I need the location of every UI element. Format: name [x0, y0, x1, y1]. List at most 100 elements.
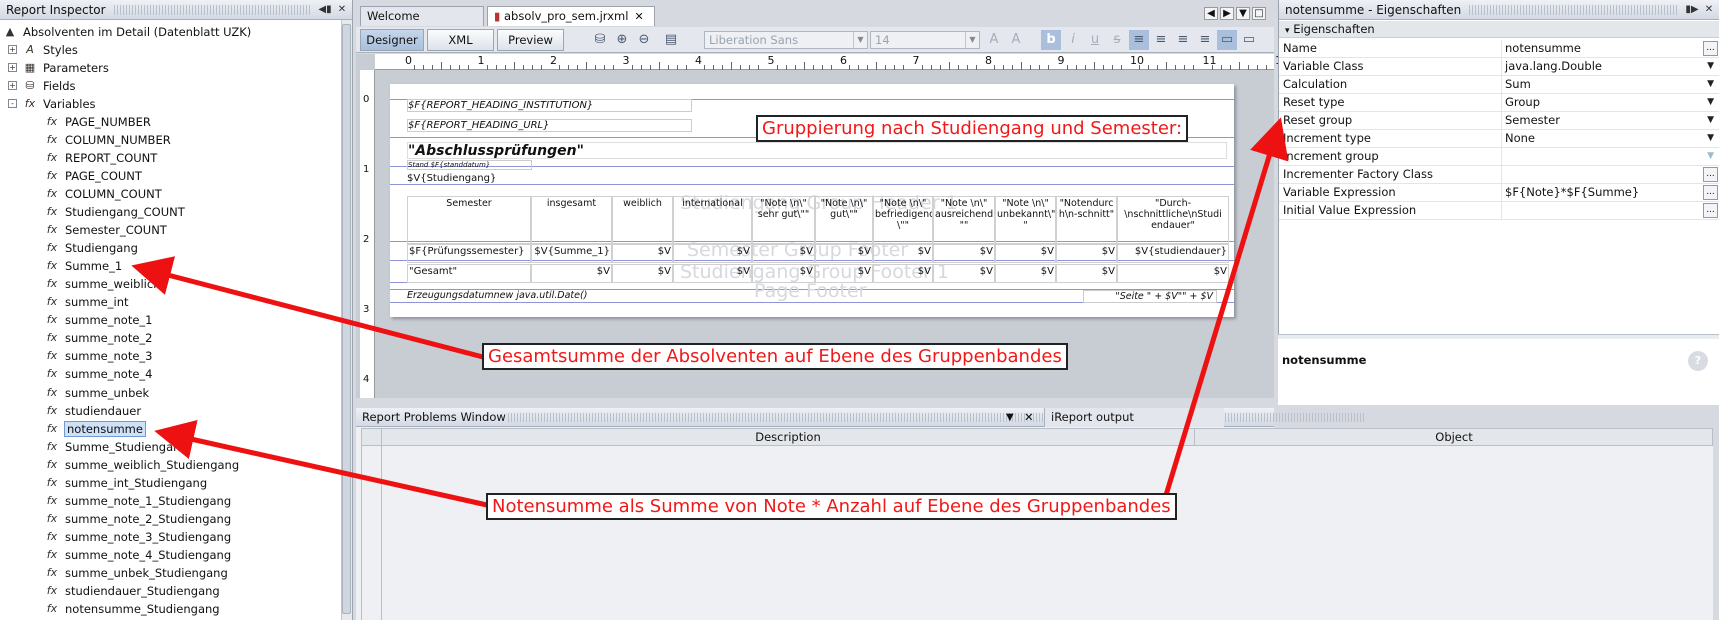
heading-institution-field[interactable]: $F{REPORT_HEADING_INSTITUTION}	[407, 99, 692, 112]
variable-semester-count[interactable]: fx Semester_COUNT	[44, 222, 167, 239]
chevron-down-icon[interactable]: ▼	[1707, 76, 1714, 93]
variable-summe-note-1-studiengang[interactable]: fx summe_note_1_Studiengang	[44, 492, 231, 509]
variable-summe-int[interactable]: fx summe_int	[44, 294, 129, 311]
table-cell[interactable]: $V	[673, 244, 752, 263]
column-header-cell[interactable]: "Notendurc h\n-schnitt"	[1056, 196, 1117, 244]
variable-studiendauer-studiengang[interactable]: fx studiendauer_Studiengang	[44, 583, 220, 600]
xml-button[interactable]: XML	[427, 29, 494, 51]
title-grip[interactable]	[113, 4, 310, 15]
expand-icon[interactable]: +	[8, 63, 17, 73]
table-cell[interactable]: $V	[995, 244, 1056, 263]
heading-url-field[interactable]: $F{REPORT_HEADING_URL}	[407, 119, 692, 132]
tab-ireport-output[interactable]: iReport output	[1044, 408, 1224, 427]
column-header-cell[interactable]: "Durch- \nschnittliche\nStudi endauer"	[1117, 196, 1229, 244]
variable-summe-note-3[interactable]: fx summe_note_3	[44, 348, 153, 365]
tree-group-parameters[interactable]: + ▦ Parameters	[8, 59, 109, 76]
ellipsis-button[interactable]: ...	[1703, 41, 1718, 56]
font-size-select[interactable]: 14 ▼	[870, 31, 980, 49]
variable-studiengang[interactable]: fx Studiengang	[44, 240, 138, 257]
variable-summe-note-2[interactable]: fx summe_note_2	[44, 330, 153, 347]
table-cell[interactable]: $V	[531, 264, 612, 283]
underline-icon[interactable]: u	[1085, 30, 1105, 50]
table-cell[interactable]: $V	[1056, 264, 1117, 283]
tab-welcome-window[interactable]: Welcome Window✕	[360, 6, 484, 42]
tab-list-icon[interactable]: ▼	[1236, 7, 1250, 20]
decrease-font-icon[interactable]: A	[1006, 30, 1026, 50]
chevron-down-icon[interactable]: ▼	[1707, 130, 1714, 147]
help-icon[interactable]: ?	[1688, 351, 1708, 371]
ellipsis-button[interactable]: ...	[1703, 203, 1718, 219]
properties-section-header[interactable]: ▾ Eigenschaften	[1279, 21, 1719, 38]
table-cell[interactable]: $F{Prüfungssemester}	[407, 244, 531, 263]
variable-summe-note-4-studiengang[interactable]: fx summe_note_4_Studiengang	[44, 546, 231, 563]
variable-summe-note-4[interactable]: fx summe_note_4	[44, 366, 153, 383]
table-cell[interactable]: $V	[873, 264, 933, 283]
align-justify-icon[interactable]: ≡	[1195, 30, 1215, 50]
table-cell[interactable]: $V{Summe_1}	[531, 244, 612, 263]
close-icon[interactable]: ✕	[335, 3, 349, 17]
table-cell[interactable]: $V	[933, 244, 995, 263]
property-row-variable-expression[interactable]: Variable Expression $F{Note}*$F{Summe}...	[1279, 184, 1719, 203]
table-cell[interactable]: $V	[752, 264, 815, 283]
tree-group-variables[interactable]: - fx Variables	[8, 95, 96, 112]
column-header-cell[interactable]: international	[673, 196, 752, 244]
inspector-scrollbar-thumb[interactable]	[342, 24, 351, 614]
property-row-reset-type[interactable]: Reset type Group ▼	[1279, 94, 1719, 113]
table-cell[interactable]: $V	[995, 264, 1056, 283]
footer-page-field[interactable]: "Seite " + $V"" + $V	[1083, 290, 1217, 303]
property-row-incrementer-factory-class[interactable]: Incrementer Factory Class...	[1279, 166, 1719, 185]
property-row-variable-class[interactable]: Variable Class java.lang.Double ▼	[1279, 58, 1719, 77]
chevron-down-icon[interactable]: ▼	[1707, 94, 1714, 111]
table-cell[interactable]: $V	[1056, 244, 1117, 263]
variable-summe-weiblich-studiengang[interactable]: fx summe_weiblich_Studiengang	[44, 456, 239, 473]
property-value[interactable]: None ▼	[1501, 130, 1719, 149]
align-top-icon[interactable]: ▭	[1217, 30, 1237, 50]
variable-summe-unbek[interactable]: fx summe_unbek	[44, 384, 149, 401]
property-row-name[interactable]: Name notensumme...	[1279, 40, 1719, 58]
close-icon[interactable]: ✕	[634, 10, 643, 23]
property-value[interactable]: ...	[1501, 166, 1719, 185]
ellipsis-button[interactable]: ...	[1703, 185, 1718, 201]
collapse-icon[interactable]: ▾	[1285, 26, 1290, 36]
table-cell[interactable]: $V{studiendauer}	[1117, 244, 1229, 263]
variable-summe-note-2-studiengang[interactable]: fx summe_note_2_Studiengang	[44, 510, 231, 527]
footer-date-field[interactable]: Erzeugungsdatumnew java.util.Date()	[407, 290, 587, 301]
variable-notensumme[interactable]: fx notensumme	[44, 420, 146, 437]
property-value[interactable]: Semester ▼	[1501, 112, 1719, 131]
tab-absolv-pro-sem[interactable]: ▮ absolv_pro_sem.jrxml ✕	[487, 6, 655, 26]
variable-page-count[interactable]: fx PAGE_COUNT	[44, 167, 142, 184]
align-middle-icon[interactable]: ▭	[1239, 30, 1259, 50]
database-icon[interactable]: ⛁	[590, 30, 610, 50]
chevron-down-icon[interactable]: ▼	[1707, 148, 1714, 165]
align-right-icon[interactable]: ≡	[1173, 30, 1193, 50]
property-value[interactable]: $F{Note}*$F{Summe}...	[1501, 184, 1719, 203]
tree-root[interactable]: ▲ Absolventen im Detail (Datenblatt UZK)	[2, 23, 252, 40]
align-left-icon[interactable]: ≡	[1129, 30, 1149, 50]
zoom-in-icon[interactable]: ⊕	[612, 30, 632, 50]
column-header-cell[interactable]: weiblich	[612, 196, 673, 244]
tree-group-styles[interactable]: + A Styles	[8, 41, 78, 58]
property-row-initial-value-expression[interactable]: Initial Value Expression...	[1279, 202, 1719, 221]
align-center-icon[interactable]: ≡	[1151, 30, 1171, 50]
bold-icon[interactable]: b	[1041, 30, 1061, 50]
tab-left-icon[interactable]: ◀	[1204, 7, 1218, 20]
variable-notensumme-studiengang[interactable]: fx notensumme_Studiengang	[44, 601, 220, 618]
property-row-increment-group[interactable]: Increment group ▼	[1279, 148, 1719, 167]
report-properties-icon[interactable]: ▤	[661, 30, 681, 50]
table-cell[interactable]: "Gesamt"	[407, 264, 531, 283]
font-family-select[interactable]: Liberation Sans ▼	[704, 31, 868, 49]
variable-studiengang-count[interactable]: fx Studiengang_COUNT	[44, 204, 185, 221]
property-value[interactable]: notensumme...	[1501, 40, 1719, 58]
column-description[interactable]: Description	[382, 429, 1195, 445]
title-grip[interactable]	[1469, 4, 1677, 15]
column-object[interactable]: Object	[1195, 429, 1713, 445]
maximize-icon[interactable]: □	[1252, 7, 1266, 20]
tree-group-fields[interactable]: + ⛁ Fields	[8, 77, 76, 94]
column-header-cell[interactable]: "Note \n\" sehr gut\""	[752, 196, 815, 244]
variable-report-count[interactable]: fx REPORT_COUNT	[44, 149, 158, 166]
tab-right-icon[interactable]: ▶	[1220, 7, 1234, 20]
table-cell[interactable]: $V	[815, 264, 873, 283]
variable-summe-note-1[interactable]: fx summe_note_1	[44, 312, 153, 329]
variable-summe-studiengang[interactable]: fx Summe_Studiengang	[44, 438, 188, 455]
property-row-reset-group[interactable]: Reset group Semester ▼	[1279, 112, 1719, 131]
